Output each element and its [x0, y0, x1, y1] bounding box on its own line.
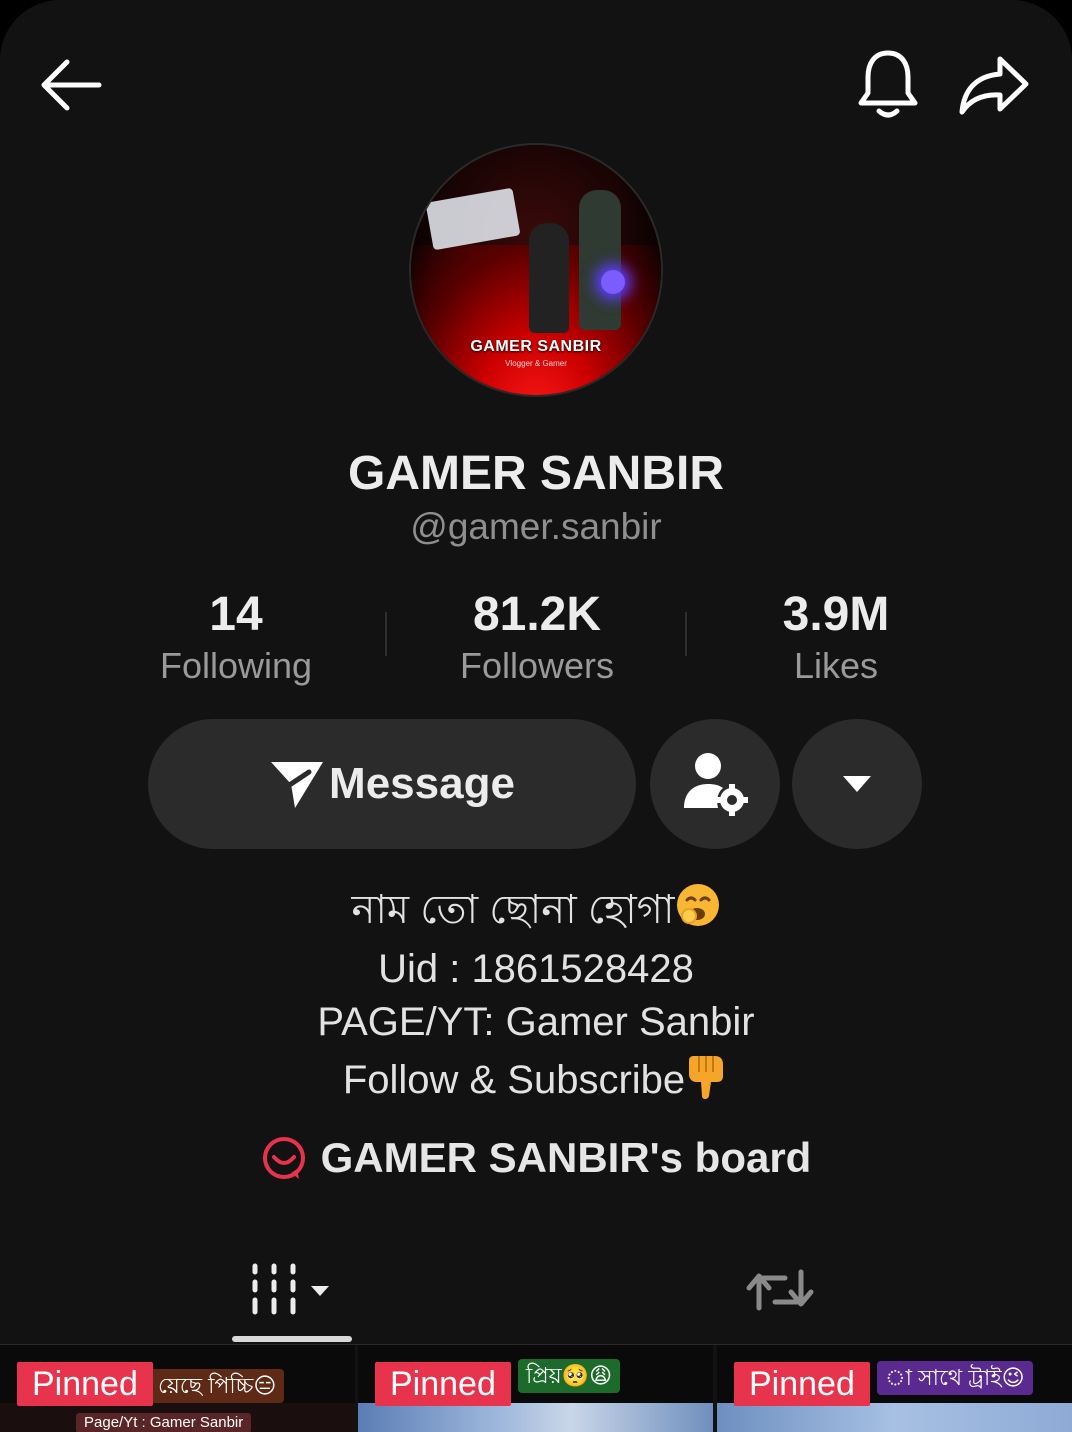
bio: নাম তো ছোনা হোগা Uid : 1861528428 PAGE/Y… [0, 882, 1072, 1114]
bio-text: নাম তো ছোনা হোগা [351, 887, 675, 932]
profile-screen: GAMER SANBIR Vlogger & Gamer GAMER SANBI… [0, 0, 1072, 1432]
pointing-down-icon [685, 1050, 729, 1115]
video-thumbnail[interactable]: Pinned প্রিয়🥺😩 [358, 1345, 713, 1432]
video-grid: Pinned য়েছে পিচ্চি😑 Page/Yt : Gamer San… [0, 1345, 1072, 1432]
share-arrow-icon [959, 56, 1029, 115]
avatar-figure [579, 190, 621, 330]
video-thumbnail[interactable]: Pinned া সাথে ট্রাই😉 [717, 1345, 1072, 1432]
caret-down-icon [843, 776, 871, 792]
username: @gamer.sanbir [410, 506, 662, 547]
bell-icon [858, 50, 918, 118]
board-link[interactable]: GAMER SANBIR's board [0, 1134, 1072, 1182]
message-button[interactable]: Message [148, 719, 636, 849]
send-icon [271, 762, 324, 808]
avatar-logo-text: GAMER SANBIR [470, 338, 602, 355]
stat-following[interactable]: 14 Following [126, 588, 346, 690]
followers-label: Followers [459, 645, 615, 686]
board-label: GAMER SANBIR's board [320, 1134, 812, 1181]
arrow-left-icon [41, 59, 102, 111]
person-gear-icon [684, 753, 748, 816]
pinned-badge: Pinned [375, 1362, 511, 1406]
repost-icon [746, 1269, 814, 1311]
tab-reposts[interactable] [720, 1240, 840, 1340]
board-icon [262, 1137, 305, 1179]
stat-divider [685, 612, 687, 656]
stat-followers[interactable]: 81.2K Followers [427, 588, 647, 690]
display-name: GAMER SANBIR [347, 447, 724, 500]
share-button[interactable] [952, 45, 1036, 125]
content-tabs [0, 1240, 1072, 1345]
avatar-figure [529, 223, 569, 333]
bio-text: Follow & Subscribe [342, 1057, 686, 1102]
active-tab-indicator [232, 1336, 352, 1342]
thumbnail-image [717, 1403, 1072, 1432]
message-label: Message [329, 759, 515, 808]
more-options-button[interactable] [792, 719, 922, 849]
following-count: 14 [209, 588, 263, 641]
video-thumbnail[interactable]: Pinned য়েছে পিচ্চি😑 Page/Yt : Gamer San… [0, 1345, 355, 1432]
pinned-badge: Pinned [17, 1362, 153, 1406]
friend-settings-button[interactable] [650, 719, 780, 849]
thumbnail-caption: া সাথে ট্রাই😉 [877, 1361, 1033, 1395]
pinned-badge: Pinned [734, 1362, 870, 1406]
likes-label: Likes [793, 645, 879, 686]
bio-line: Follow & Subscribe [0, 1050, 1072, 1115]
following-label: Following [159, 645, 313, 686]
stat-likes[interactable]: 3.9M Likes [726, 588, 946, 690]
avatar-glow [601, 270, 625, 294]
bio-line: PAGE/YT: Gamer Sanbir [317, 1000, 755, 1044]
thumbnail-caption: প্রিয়🥺😩 [518, 1359, 621, 1393]
bio-line: নাম তো ছোনা হোগা [0, 882, 1072, 943]
avatar-artwork [425, 187, 521, 251]
tab-videos[interactable] [232, 1240, 352, 1340]
grid-columns-icon [252, 1263, 329, 1315]
yawning-face-icon [675, 882, 721, 943]
bio-line: Uid : 1861528428 [378, 946, 694, 991]
thumbnail-footer: Page/Yt : Gamer Sanbir [76, 1413, 252, 1432]
followers-count: 81.2K [472, 588, 602, 641]
likes-count: 3.9M [782, 588, 890, 641]
thumbnail-caption: য়েছে পিচ্চি😑 [150, 1369, 285, 1403]
avatar[interactable]: GAMER SANBIR Vlogger & Gamer [411, 145, 661, 395]
stat-divider [385, 612, 387, 656]
thumbnail-image [358, 1403, 713, 1432]
back-button[interactable] [30, 45, 110, 125]
avatar-logo-subtext: Vlogger & Gamer [505, 359, 567, 368]
notification-bell-button[interactable] [848, 42, 928, 126]
